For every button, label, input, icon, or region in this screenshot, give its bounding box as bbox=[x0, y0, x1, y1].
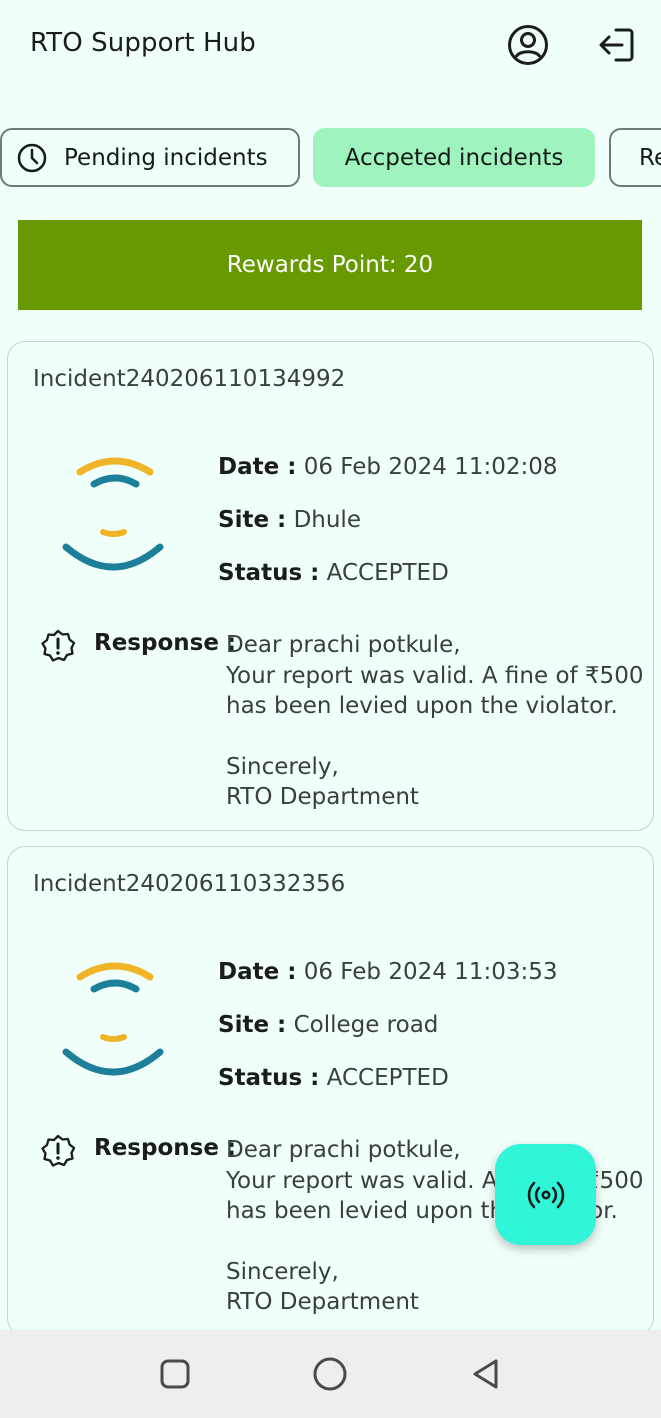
circle-home-icon bbox=[313, 1357, 347, 1391]
recents-button[interactable] bbox=[153, 1352, 197, 1396]
site-row: Site : College road bbox=[218, 1010, 558, 1063]
profile-button[interactable] bbox=[504, 21, 552, 69]
date-key: Date : bbox=[218, 454, 297, 480]
date-row: Date : 06 Feb 2024 11:02:08 bbox=[218, 452, 558, 505]
incident-id: Incident240206110134992 bbox=[33, 366, 346, 392]
tab-label: Accpeted incidents bbox=[344, 144, 564, 171]
incident-card[interactable]: Incident240206110332356 Date : 06 Feb 20… bbox=[7, 846, 654, 1336]
response-key: Response : bbox=[94, 1135, 237, 1161]
rewards-label: Rewards Point: 20 bbox=[226, 252, 434, 278]
date-row: Date : 06 Feb 2024 11:03:53 bbox=[218, 957, 558, 1010]
tab-rejected-incidents[interactable]: Re bbox=[609, 128, 661, 187]
response-line: RTO Department bbox=[226, 784, 419, 810]
response-line: RTO Department bbox=[226, 1289, 419, 1315]
rewards-banner: Rewards Point: 20 bbox=[18, 220, 642, 310]
status-key: Status : bbox=[218, 1065, 320, 1091]
broadcast-fab-button[interactable] bbox=[495, 1144, 596, 1245]
status-row: Status : ACCEPTED bbox=[218, 558, 558, 611]
home-button[interactable] bbox=[308, 1352, 352, 1396]
incident-id: Incident240206110332356 bbox=[33, 871, 346, 897]
site-key: Site : bbox=[218, 507, 287, 533]
triangle-back-icon bbox=[473, 1359, 498, 1389]
tab-label: Re bbox=[639, 144, 661, 171]
broadcast-icon bbox=[527, 1181, 564, 1208]
site-value: College road bbox=[293, 1012, 439, 1038]
tab-pending-incidents[interactable]: Pending incidents bbox=[0, 128, 300, 187]
response-line: Dear prachi potkule, bbox=[226, 632, 461, 658]
logout-button[interactable] bbox=[593, 21, 641, 69]
tab-label: Pending incidents bbox=[64, 144, 268, 171]
clock-icon bbox=[16, 142, 48, 174]
square-recents-icon bbox=[160, 1359, 190, 1389]
incident-details: Date : 06 Feb 2024 11:02:08 Site : Dhule… bbox=[218, 452, 558, 611]
rto-logo-icon bbox=[62, 962, 164, 1076]
site-row: Site : Dhule bbox=[218, 505, 558, 558]
rto-logo-icon bbox=[62, 457, 164, 571]
alert-badge-icon bbox=[41, 1134, 76, 1167]
status-key: Status : bbox=[218, 560, 320, 586]
system-navigation-bar bbox=[0, 1330, 661, 1418]
response-line: Your report was valid. A fine of ₹500 bbox=[226, 662, 644, 689]
incident-tabs: Pending incidents Accpeted incidents Re bbox=[0, 128, 661, 188]
site-value: Dhule bbox=[293, 507, 361, 533]
status-value: ACCEPTED bbox=[326, 560, 449, 586]
date-key: Date : bbox=[218, 959, 297, 985]
alert-badge-icon bbox=[41, 629, 76, 662]
back-button[interactable] bbox=[464, 1352, 508, 1396]
response-key: Response : bbox=[94, 630, 237, 656]
response-line: Sincerely, bbox=[226, 753, 339, 780]
response-text: Dear prachi potkule, Your report was val… bbox=[226, 630, 646, 813]
status-row: Status : ACCEPTED bbox=[218, 1063, 558, 1116]
incident-card[interactable]: Incident240206110134992 Date : 06 Feb 20… bbox=[7, 341, 654, 831]
tab-accepted-incidents[interactable]: Accpeted incidents bbox=[313, 128, 595, 187]
status-value: ACCEPTED bbox=[326, 1065, 449, 1091]
logout-icon bbox=[599, 28, 634, 62]
app-title: RTO Support Hub bbox=[30, 28, 256, 58]
response-line: has been levied upon the violator. bbox=[226, 693, 618, 719]
date-value: 06 Feb 2024 11:03:53 bbox=[303, 959, 558, 985]
response-line: Sincerely, bbox=[226, 1258, 339, 1285]
app-bar: RTO Support Hub bbox=[0, 0, 661, 92]
date-value: 06 Feb 2024 11:02:08 bbox=[303, 454, 558, 480]
site-key: Site : bbox=[218, 1012, 287, 1038]
account-circle-icon bbox=[508, 25, 548, 65]
incident-details: Date : 06 Feb 2024 11:03:53 Site : Colle… bbox=[218, 957, 558, 1116]
